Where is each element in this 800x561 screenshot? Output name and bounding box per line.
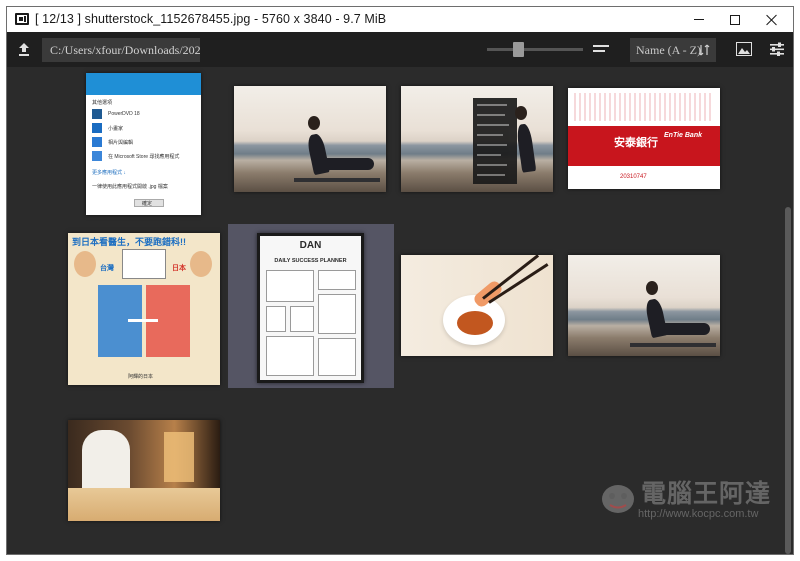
info-title: 到日本看醫生，不要跑錯科!! xyxy=(72,237,186,247)
title-bar: [ 12/13 ] shutterstock_1152678455.jpg - … xyxy=(7,7,793,32)
dialog-app-2: 小畫家 xyxy=(108,126,124,132)
image-view-icon[interactable] xyxy=(736,42,752,56)
card-bank-brand: EnTie Bank xyxy=(664,132,702,139)
vertical-scrollbar[interactable] xyxy=(782,67,793,554)
thumbnail-bank-card[interactable]: 安泰銀行 EnTie Bank 20310747 xyxy=(568,88,720,189)
minimize-icon xyxy=(694,19,704,20)
thumbnail-yoga-2[interactable] xyxy=(568,255,720,356)
thumbnail-chef[interactable] xyxy=(68,420,220,521)
thumbnail-sushi[interactable] xyxy=(401,255,553,356)
info-footer: 阿輝的日本 xyxy=(128,374,154,380)
toolbar: C:/Users/xfour/Downloads/2020/3 Name (A … xyxy=(7,32,793,67)
app-icon xyxy=(15,13,29,25)
path-input[interactable]: C:/Users/xfour/Downloads/2020/3 xyxy=(42,38,200,62)
planner-brand: DAN xyxy=(299,240,322,251)
settings-sliders-icon[interactable] xyxy=(769,41,785,57)
dialog-checkbox: 一律使用此應用程式開啟 .jpg 檔案 xyxy=(92,184,168,190)
dialog-app-1: PowerDVD 18 xyxy=(108,111,140,117)
app-window: [ 12/13 ] shutterstock_1152678455.jpg - … xyxy=(6,6,794,555)
thumbnail-yoga-1[interactable] xyxy=(234,86,386,192)
info-right-country: 日本 xyxy=(172,265,186,272)
dialog-app-3: 相片與編輯 xyxy=(108,140,134,146)
maximize-button[interactable] xyxy=(717,7,753,32)
list-view-icon[interactable] xyxy=(593,44,609,56)
parent-folder-icon[interactable] xyxy=(16,41,32,57)
sort-dropdown[interactable]: Name (A - Z) xyxy=(630,38,716,62)
close-icon xyxy=(766,14,778,26)
watermark-text: 電腦王阿達 xyxy=(641,480,772,508)
card-number: 20310747 xyxy=(620,174,647,180)
window-title: [ 12/13 ] shutterstock_1152678455.jpg - … xyxy=(35,12,387,26)
zoom-slider[interactable] xyxy=(487,48,583,51)
minimize-button[interactable] xyxy=(681,7,717,32)
info-left-country: 台灣 xyxy=(100,265,114,272)
sort-label: Name (A - Z) xyxy=(636,43,701,57)
sort-order-icon[interactable] xyxy=(698,44,710,56)
close-button[interactable] xyxy=(754,7,790,32)
dialog-section: 其他選項 xyxy=(92,100,113,106)
dialog-more: 更多應用程式 ↓ xyxy=(92,170,126,176)
thumbnail-infographic[interactable]: 到日本看醫生，不要跑錯科!! 台灣 日本 阿輝的日本 xyxy=(68,233,220,385)
dialog-app-4: 在 Microsoft Store 尋找應用程式 xyxy=(108,154,180,160)
card-bank-name: 安泰銀行 xyxy=(614,137,658,149)
zoom-slider-thumb[interactable] xyxy=(512,42,524,57)
planner-title: DAILY SUCCESS PLANNER xyxy=(274,258,347,264)
maximize-icon xyxy=(730,14,740,25)
scrollbar-thumb[interactable] xyxy=(785,207,791,554)
thumbnail-dialog-screenshot[interactable]: 其他選項 PowerDVD 18 小畫家 相片與編輯 在 Microsoft S… xyxy=(86,73,201,215)
watermark-url: http://www.kocpc.com.tw xyxy=(638,508,759,520)
watermark-mascot-icon xyxy=(602,485,634,513)
dialog-ok-label: 確定 xyxy=(142,201,153,207)
thumbnail-yoga-menu[interactable] xyxy=(401,86,553,192)
thumbnail-planner[interactable]: DAN DAILY SUCCESS PLANNER xyxy=(257,233,364,383)
